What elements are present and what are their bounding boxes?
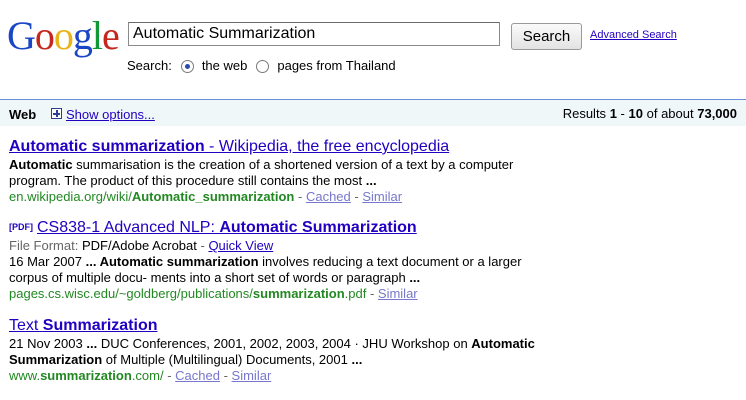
result-title-link[interactable]: CS838-1 Advanced NLP: Automatic Summariz… [37,219,417,236]
result-url: www.summarization.com/ [9,368,164,383]
separator: - [163,368,176,383]
result-url: pages.cs.wisc.edu/~goldberg/publications… [9,286,366,301]
result-snippet: 16 Mar 2007 ... Automatic summarization … [9,254,549,286]
url-text: .pdf [344,286,367,301]
url-highlight: summarization [252,286,345,301]
url-text: en.wikipedia.org/wiki/ [9,189,132,204]
file-format-value: PDF/Adobe Acrobat [81,238,197,253]
logo-letter: e [102,13,120,58]
radio-the-web-label[interactable]: the web [202,58,248,74]
snippet-bold: ... [86,336,98,351]
separator: - [350,189,363,204]
logo-letter: l [91,13,103,58]
search-input[interactable]: Automatic Summarization [128,22,500,46]
show-options-link[interactable]: Show options... [66,107,155,122]
logo-letter: o [34,13,55,58]
radio-the-web[interactable] [180,59,194,73]
snippet-bold: Automatic [9,157,73,172]
logo-letter: g [72,13,93,58]
snippet-bold: ... Automatic summarization [85,254,259,269]
similar-link[interactable]: Similar [232,368,272,383]
total-results: 73,000 [697,106,737,121]
result-url-line: pages.cs.wisc.edu/~goldberg/publications… [9,286,549,302]
separator: - [294,189,306,204]
snippet-bold: ... [365,173,377,188]
cached-link[interactable]: Cached [175,368,220,383]
google-logo[interactable]: Google [7,13,120,58]
stats-prefix: Results [562,106,607,121]
search-scope: Search: the web pages from Thailand [127,58,396,74]
quick-view-link[interactable]: Quick View [208,238,273,253]
of-about: of about [646,106,694,121]
file-format-line: File Format: PDF/Adobe Acrobat - Quick V… [9,238,549,254]
snippet-text: of Multiple (Multilingual) Documents, 20… [102,352,352,367]
advanced-search-link[interactable]: Advanced Search [590,29,677,41]
logo-letter: G [7,13,36,58]
title-highlight: Automatic summarization [9,138,205,155]
cached-link[interactable]: Cached [306,189,351,204]
result-title-link[interactable]: Text Summarization [9,317,157,334]
url-text: .com/ [131,368,164,383]
plus-icon[interactable] [51,108,62,119]
url-text: pages.cs.wisc.edu/~goldberg/publications… [9,286,253,301]
result-url: en.wikipedia.org/wiki/Automatic_summariz… [9,189,294,204]
range-end: 10 [628,106,643,121]
file-format-label: File Format: [9,238,79,253]
snippet-bold: ... [351,352,363,367]
similar-link[interactable]: Similar [378,286,418,301]
web-label: Web [9,107,37,122]
result-snippet: 21 Nov 2003 ... DUC Conferences, 2001, 2… [9,336,549,368]
title-highlight: Automatic Summarization [219,219,417,236]
search-scope-label: Search: [127,58,172,73]
title-highlight: Summarization [42,317,158,334]
result-title-link[interactable]: Automatic summarization - Wikipedia, the… [9,138,449,155]
search-button[interactable]: Search [511,23,582,50]
url-highlight: summarization [40,368,132,383]
result-snippet: Automatic summarisation is the creation … [9,157,549,189]
search-result: Text Summarization 21 Nov 2003 ... DUC C… [9,316,549,384]
logo-letter: o [53,13,74,58]
pdf-tag: [PDF] [9,222,33,232]
range-start: 1 [609,106,617,121]
separator: - [219,368,232,383]
title-text: - Wikipedia, the free encyclopedia [204,138,450,155]
range-sep: - [620,106,625,121]
url-highlight: Automatic_summarization [131,189,295,204]
similar-link[interactable]: Similar [362,189,402,204]
search-result: [PDF] CS838-1 Advanced NLP: Automatic Sum… [9,218,549,302]
radio-pages-from-thailand-label[interactable]: pages from Thailand [277,58,395,74]
result-date: 16 Mar 2007 [9,254,82,269]
snippet-text: DUC Conferences, 2001, 2002, 2003, 2004 … [97,336,472,351]
result-url-line: en.wikipedia.org/wiki/Automatic_summariz… [9,189,549,205]
result-stats: Results 1 - 10 of about 73,000 [563,106,737,121]
separator: - [196,238,209,253]
result-date: 21 Nov 2003 [9,336,83,351]
snippet-text: summarisation is the creation of a short… [9,157,514,188]
search-result: Automatic summarization - Wikipedia, the… [9,137,549,205]
title-text: Text [9,317,43,334]
search-query-text: Automatic Summarization [133,25,316,42]
title-text: CS838-1 Advanced NLP: [37,219,220,236]
radio-pages-from-thailand[interactable] [256,59,270,73]
result-url-line: www.summarization.com/ - Cached - Simila… [9,368,549,384]
separator: - [366,286,378,301]
snippet-bold: ... [409,270,421,285]
url-text: www. [9,368,41,383]
